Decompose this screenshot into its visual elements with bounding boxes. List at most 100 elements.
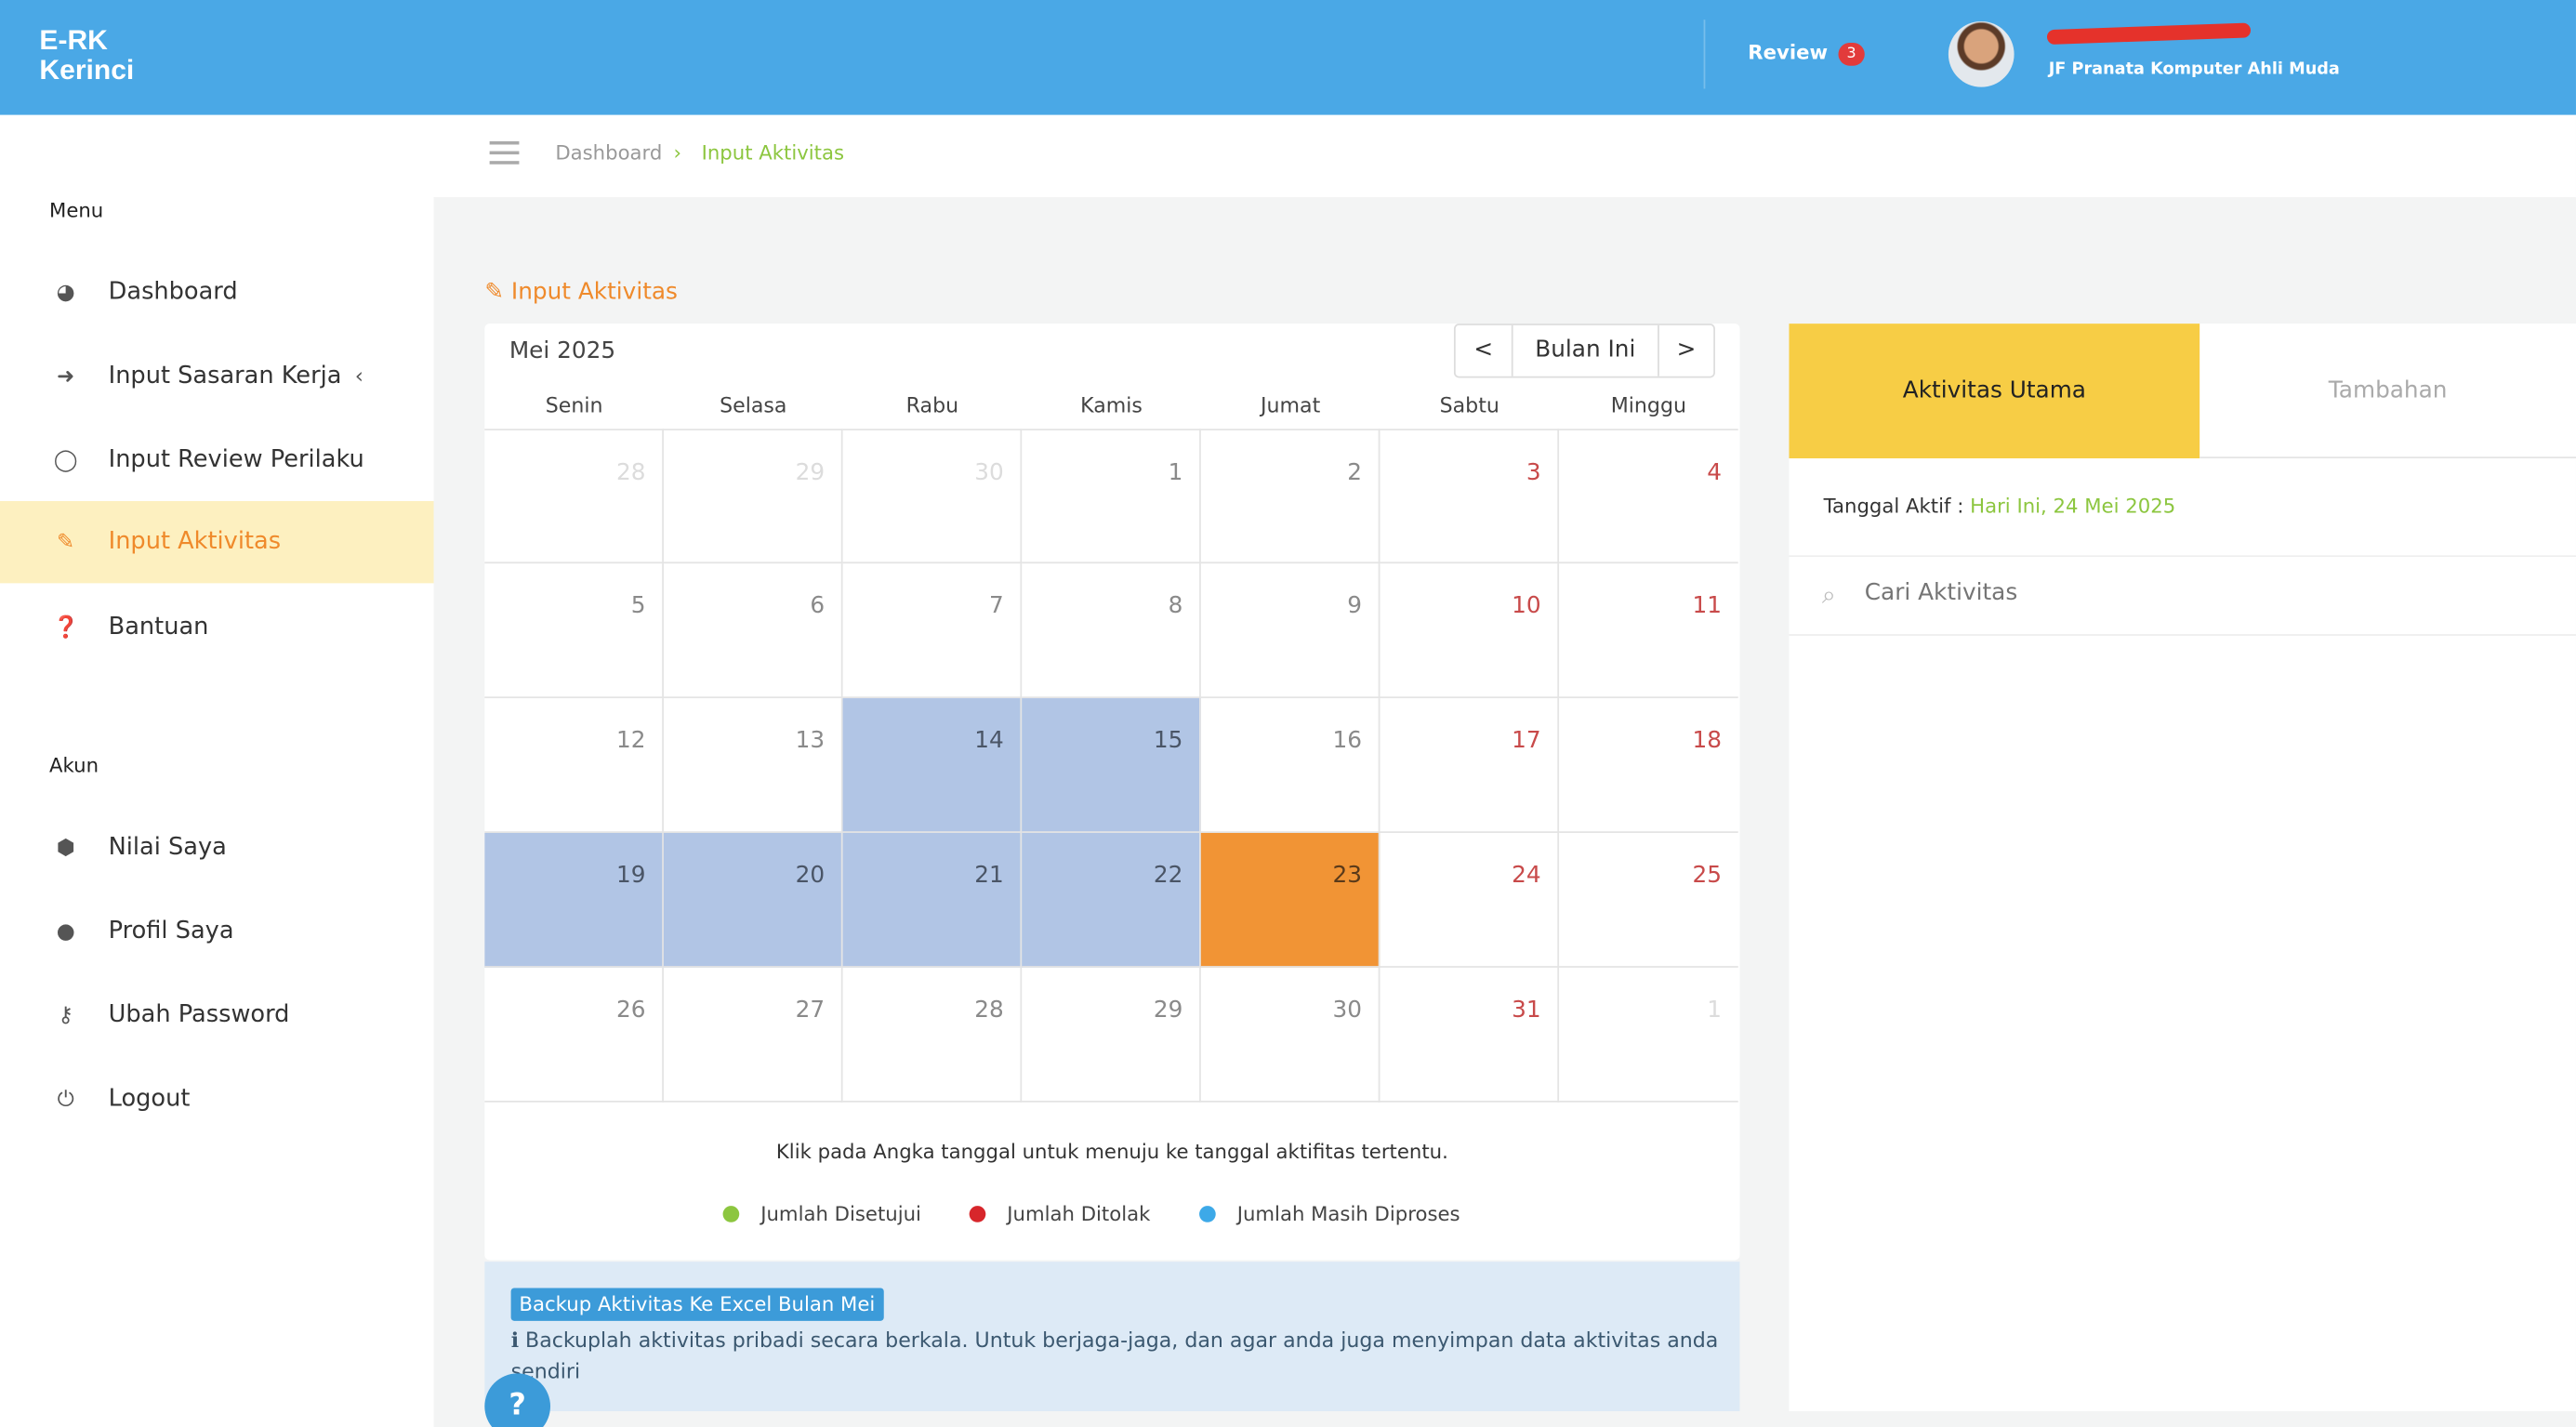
calendar-day[interactable]: 8: [1022, 563, 1201, 699]
active-date-value: Hari Ini, 24 Mei 2025: [1970, 494, 2176, 518]
calendar-day[interactable]: 16: [1200, 698, 1380, 833]
topbar-divider: [1703, 20, 1706, 89]
calendar-day[interactable]: 6: [663, 563, 843, 699]
calendar-day[interactable]: 28: [484, 429, 664, 564]
weekday-2: Selasa: [720, 392, 787, 417]
review-count-badge: 3: [1838, 42, 1865, 66]
calendar-day[interactable]: 10: [1380, 563, 1560, 699]
calendar-day[interactable]: 17: [1380, 698, 1560, 833]
chevron-right-icon: ›: [673, 140, 682, 165]
backup-excel-button[interactable]: Backup Aktivitas Ke Excel Bulan Mei: [510, 1288, 884, 1321]
calendar-day[interactable]: 4: [1559, 429, 1738, 564]
calendar-day[interactable]: 2: [1200, 429, 1380, 564]
calendar-day[interactable]: 27: [663, 967, 843, 1103]
calendar-day[interactable]: 22: [1022, 832, 1201, 968]
power-icon: ⏻: [57, 1087, 74, 1112]
calendar-nav: < Bulan Ini >: [1453, 324, 1715, 378]
sidebar-item-profil-saya[interactable]: ● Profil Saya: [0, 891, 434, 972]
calendar-day[interactable]: 1: [1022, 429, 1201, 564]
logo-line-1: E-RK: [39, 24, 108, 57]
calendar-day[interactable]: 15: [1022, 698, 1201, 833]
sidebar-item-input-review-perilaku[interactable]: ◯ Input Review Perilaku: [0, 419, 434, 501]
backup-panel: Backup Aktivitas Ke Excel Bulan Mei ℹ Ba…: [484, 1262, 1740, 1412]
calendar-month-label: Mei 2025: [509, 338, 616, 365]
search-icon: ⌕: [1821, 579, 1836, 610]
page-title-text: Input Aktivitas: [510, 279, 678, 306]
calendar-day[interactable]: 29: [663, 429, 843, 564]
activity-panel: Aktivitas Utama Tambahan Tanggal Aktif :…: [1789, 324, 2576, 1412]
calendar-day[interactable]: 5: [484, 563, 664, 699]
breadcrumb-current: Input Aktivitas: [701, 140, 845, 165]
search-input[interactable]: [1864, 579, 2522, 607]
sidebar-item-label: Logout: [108, 1086, 191, 1113]
calendar-day[interactable]: 29: [1022, 967, 1201, 1103]
app-logo[interactable]: E-RK Kerinci: [39, 24, 135, 86]
hamburger-menu-icon[interactable]: [489, 140, 520, 165]
breadcrumb-home[interactable]: Dashboard: [555, 141, 662, 165]
calendar-day[interactable]: 30: [1200, 967, 1380, 1103]
calendar-day[interactable]: 13: [663, 698, 843, 833]
sidebar-item-input-aktivitas[interactable]: ✎ Input Aktivitas: [0, 500, 434, 584]
weekday-4: Kamis: [1080, 392, 1143, 417]
edit-icon: ✎: [57, 529, 75, 555]
sidebar-item-label: Ubah Password: [108, 1001, 290, 1029]
sidebar-item-dashboard[interactable]: ◕ Dashboard: [0, 251, 434, 333]
sidebar-item-label: Input Review Perilaku: [108, 446, 364, 473]
calendar-day[interactable]: 25: [1559, 833, 1738, 968]
calendar-day[interactable]: 12: [484, 698, 664, 833]
calendar-day[interactable]: 26: [484, 967, 664, 1103]
calendar-day[interactable]: 1: [1559, 968, 1738, 1103]
sidebar-item-bantuan[interactable]: ❓ Bantuan: [0, 587, 434, 668]
calendar-day[interactable]: 31: [1380, 967, 1560, 1103]
calendar-day[interactable]: 24: [1380, 832, 1560, 968]
tab-tambahan[interactable]: Tambahan: [2200, 324, 2576, 459]
weekday-7: Minggu: [1610, 392, 1687, 417]
calendar-day[interactable]: 11: [1559, 563, 1738, 699]
calendar-day[interactable]: 23: [1200, 832, 1380, 968]
legend-label: Jumlah Ditolak: [1007, 1202, 1151, 1226]
info-icon: ℹ: [510, 1327, 519, 1353]
calendar-day[interactable]: 14: [842, 698, 1023, 833]
calendar-day[interactable]: 18: [1559, 698, 1738, 833]
calendar-day[interactable]: 21: [842, 832, 1023, 968]
user-avatar[interactable]: [1948, 20, 2015, 87]
sidebar-item-logout[interactable]: ⏻ Logout: [0, 1058, 434, 1140]
sidebar-item-label: Profil Saya: [108, 918, 234, 945]
sidebar-item-input-sasaran-kerja[interactable]: ➜ Input Sasaran Kerja ‹: [0, 336, 434, 417]
account-heading: Akun: [49, 754, 99, 777]
calendar-day[interactable]: 9: [1200, 563, 1380, 699]
backup-info-text: ℹ Backuplah aktivitas pribadi secara ber…: [511, 1324, 1727, 1386]
dashboard-icon: ◕: [56, 280, 75, 305]
calendar-day[interactable]: 20: [663, 832, 843, 968]
chevron-left-icon[interactable]: ‹: [355, 363, 363, 389]
user-job-title: JF Pranata Komputer Ahli Muda: [2048, 60, 2340, 79]
cube-icon: ⬢: [56, 835, 75, 861]
logo-line-2: Kerinci: [39, 54, 135, 86]
legend-dot-green: [722, 1206, 740, 1222]
comment-icon: ◯: [53, 447, 78, 473]
activity-search: ⌕: [1789, 555, 2576, 636]
weekday-1: Senin: [545, 392, 603, 417]
sidebar-item-label: Bantuan: [108, 614, 209, 641]
weekday-5: Jumat: [1260, 392, 1321, 417]
sidebar-item-nilai-saya[interactable]: ⬢ Nilai Saya: [0, 807, 434, 889]
calendar-note: Klik pada Angka tanggal untuk menuju ke …: [775, 1140, 1448, 1164]
active-date: Tanggal Aktif : Hari Ini, 24 Mei 2025: [1824, 495, 2176, 518]
calendar-day[interactable]: 7: [842, 563, 1023, 699]
this-month-button[interactable]: Bulan Ini: [1513, 324, 1659, 377]
calendar-day[interactable]: 28: [842, 967, 1023, 1103]
legend-approved: Jumlah Disetujui: [722, 1203, 921, 1225]
legend-label: Jumlah Masih Diproses: [1236, 1202, 1460, 1226]
sidebar-item-ubah-password[interactable]: ⚷ Ubah Password: [0, 974, 434, 1056]
prev-month-button[interactable]: <: [1456, 324, 1513, 377]
next-month-button[interactable]: >: [1659, 325, 1713, 377]
calendar-day[interactable]: 30: [842, 429, 1023, 564]
calendar-day[interactable]: 19: [484, 832, 664, 968]
review-link[interactable]: Review: [1748, 41, 1828, 64]
active-date-label: Tanggal Aktif :: [1823, 494, 1964, 518]
legend-processing: Jumlah Masih Diproses: [1199, 1202, 1460, 1226]
weekday-3: Rabu: [905, 392, 959, 417]
calendar-day[interactable]: 3: [1380, 429, 1560, 564]
tab-aktivitas-utama[interactable]: Aktivitas Utama: [1789, 324, 2200, 459]
question-circle-icon: ❓: [52, 614, 80, 641]
